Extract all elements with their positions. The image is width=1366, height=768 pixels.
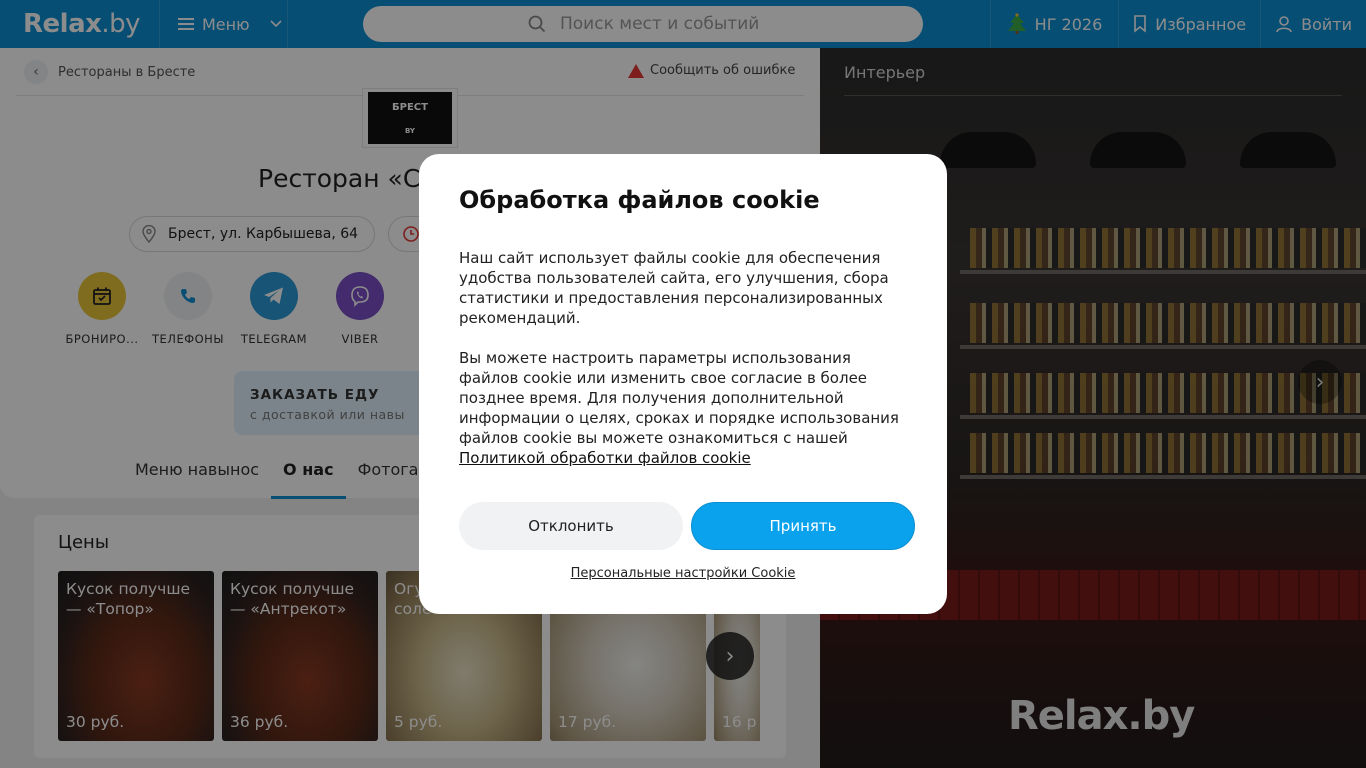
- cookie-text-2-body: Вы можете настроить параметры использова…: [459, 349, 899, 447]
- cookie-policy-link[interactable]: Политикой обработки файлов cookie: [459, 449, 751, 467]
- personal-settings-link[interactable]: Персональные настройки Cookie: [419, 566, 947, 581]
- cookie-dialog: Обработка файлов cookie Наш сайт использ…: [419, 154, 947, 614]
- cookie-buttons: Отклонить Принять: [459, 502, 915, 550]
- accept-button[interactable]: Принять: [691, 502, 915, 550]
- cookie-text-2: Вы можете настроить параметры использова…: [459, 348, 907, 468]
- decline-button[interactable]: Отклонить: [459, 502, 683, 550]
- cookie-text-1: Наш сайт использует файлы cookie для обе…: [459, 249, 889, 327]
- cookie-title: Обработка файлов cookie: [459, 186, 820, 214]
